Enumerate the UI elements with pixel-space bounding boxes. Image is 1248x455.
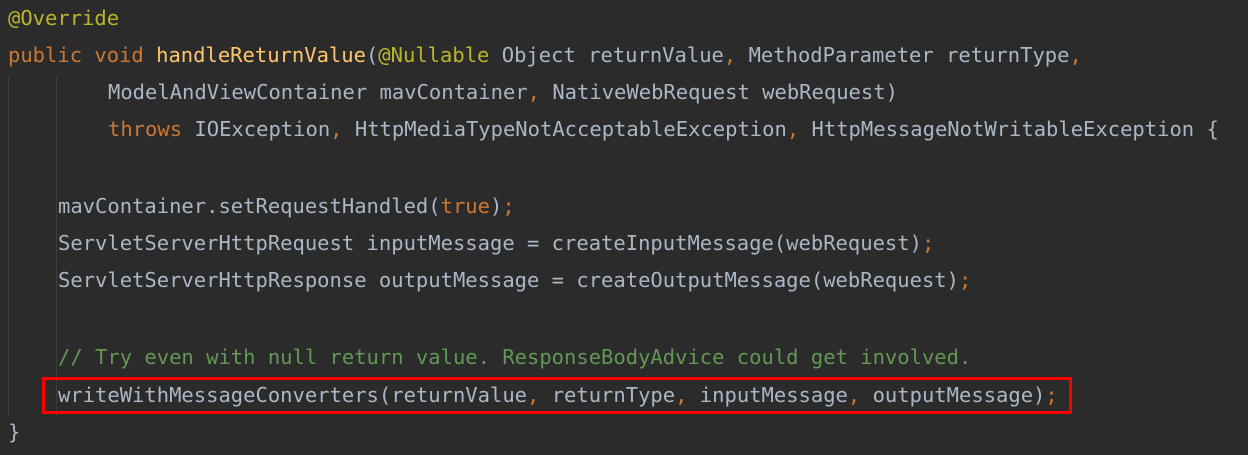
exception-media-type: HttpMediaTypeNotAcceptableException [354, 117, 787, 141]
comma: , [330, 117, 343, 141]
code-line-12[interactable]: } [8, 414, 20, 451]
nullable-annotation: @Nullable [378, 43, 490, 67]
closing-brace: } [8, 420, 21, 444]
comma: , [786, 117, 800, 141]
semicolon: ; [921, 231, 935, 255]
indent-guide [8, 76, 9, 416]
keyword-public: public [8, 43, 83, 67]
highlight-box [42, 377, 1072, 414]
paren-open: ( [365, 43, 379, 67]
exception-not-writable: HttpMessageNotWritableException { [811, 117, 1219, 141]
paren-close: ) [489, 194, 503, 218]
code-line-6[interactable]: mavContainer.setRequestHandled(true); [58, 188, 515, 225]
code-line-10[interactable]: // Try even with null return value. Resp… [58, 339, 971, 376]
param-web-request: NativeWebRequest webRequest) [552, 80, 898, 104]
code-line-8[interactable]: ServletServerHttpResponse outputMessage … [58, 262, 971, 299]
keyword-true: true [440, 194, 490, 218]
code-editor[interactable]: @Override public void handleReturnValue(… [0, 0, 1248, 455]
indent-guide [56, 76, 57, 416]
comma: , [1069, 43, 1082, 67]
keyword-throws: throws [108, 117, 183, 141]
set-request-handled-call: mavContainer.setRequestHandled( [58, 194, 441, 218]
output-message-declaration: ServletServerHttpResponse outputMessage … [58, 268, 959, 292]
comma: , [527, 80, 540, 104]
param-mav-container: ModelAndViewContainer mavContainer [108, 80, 528, 104]
method-name: handleReturnValue [156, 43, 366, 67]
comma: , [723, 43, 737, 67]
param-return-type: MethodParameter returnType [748, 43, 1070, 67]
keyword-void: void [94, 43, 144, 67]
code-line-7[interactable]: ServletServerHttpRequest inputMessage = … [58, 225, 934, 262]
input-message-declaration: ServletServerHttpRequest inputMessage = … [58, 231, 922, 255]
exception-io: IOException [194, 117, 331, 141]
code-line-3[interactable]: ModelAndViewContainer mavContainer, Nati… [108, 74, 898, 111]
code-line-2[interactable]: public void handleReturnValue(@Nullable … [8, 37, 1082, 74]
param-return-value: Object returnValue [501, 43, 724, 67]
code-line-4[interactable]: throws IOException, HttpMediaTypeNotAcce… [108, 111, 1219, 148]
code-line-1[interactable]: @Override [8, 0, 119, 37]
semicolon: ; [958, 268, 972, 292]
semicolon: ; [502, 194, 515, 218]
code-comment: // Try even with null return value. Resp… [58, 345, 972, 369]
override-annotation: @Override [8, 6, 120, 30]
